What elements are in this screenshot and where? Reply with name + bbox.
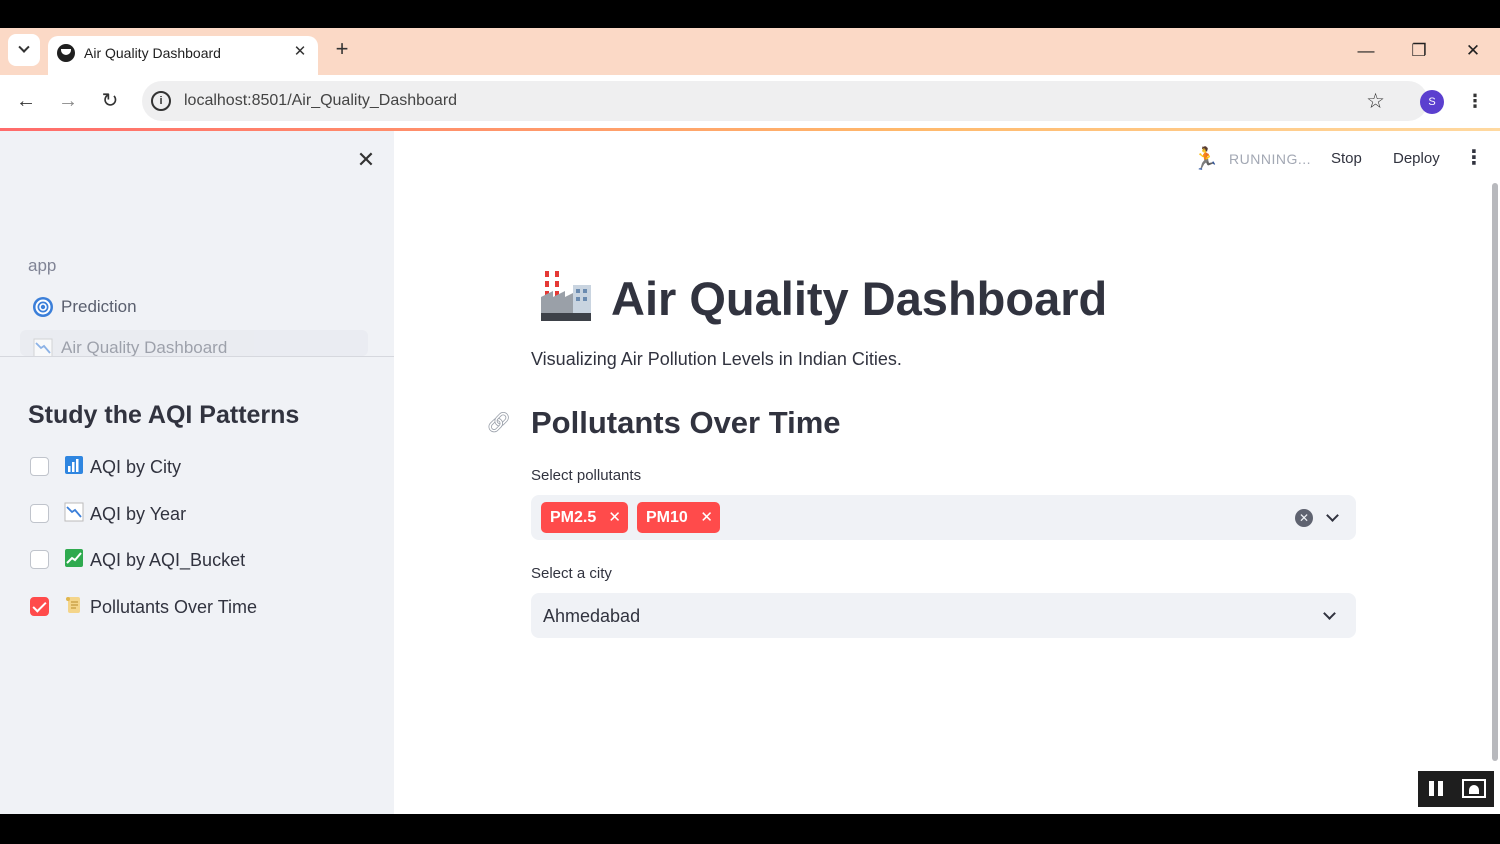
anchor-link-icon[interactable]: 🔗︎ <box>486 411 511 435</box>
running-man-icon: 🏃 <box>1192 146 1220 171</box>
deploy-button[interactable]: Deploy <box>1393 150 1440 167</box>
pollutant-tag[interactable]: PM2.5 ✕ <box>541 502 628 533</box>
checkbox-pollutants-over-time[interactable]: Pollutants Over Time <box>30 593 370 623</box>
streamlit-app: ✕ app Prediction Air Quality Dashboard S… <box>0 131 1500 814</box>
checkbox-label: Pollutants Over Time <box>90 597 258 617</box>
picture-in-picture-icon[interactable] <box>1462 779 1486 798</box>
profile-avatar[interactable]: S <box>1420 90 1444 114</box>
address-bar[interactable]: i localhost:8501/Air_Quality_Dashboard ☆ <box>142 81 1428 121</box>
tab-search-button[interactable] <box>8 34 40 66</box>
pause-icon[interactable] <box>1424 779 1450 799</box>
main-menu-icon[interactable]: ⋮ <box>1464 145 1484 171</box>
checkbox-box[interactable] <box>30 504 49 523</box>
checkbox-aqi-by-city[interactable]: AQI by City <box>30 453 370 483</box>
main-content: 🏃 RUNNING... Stop Deploy ⋮ Air Quality D… <box>394 131 1500 814</box>
pollutant-tag-label: PM10 <box>646 509 688 526</box>
close-sidebar-icon[interactable]: ✕ <box>355 149 377 171</box>
scrollbar[interactable] <box>1492 183 1498 761</box>
browser-menu-icon[interactable]: ⋮ <box>1466 88 1484 114</box>
running-status: RUNNING... <box>1229 151 1311 167</box>
checkbox-aqi-by-year[interactable]: AQI by Year <box>30 500 370 530</box>
browser-toolbar: ← → ↻ i localhost:8501/Air_Quality_Dashb… <box>0 75 1500 128</box>
remove-tag-icon[interactable]: ✕ <box>700 502 713 533</box>
clear-all-icon[interactable]: ✕ <box>1295 509 1313 527</box>
browser-tab[interactable]: Air Quality Dashboard ✕ <box>48 36 318 75</box>
site-info-icon[interactable]: i <box>151 91 171 111</box>
checkbox-label: AQI by AQI_Bucket <box>90 550 246 570</box>
pollutants-label: Select pollutants <box>531 467 642 484</box>
city-select[interactable]: Ahmedabad <box>531 593 1356 638</box>
browser-tab-strip: Air Quality Dashboard ✕ + — ❐ ✕ <box>0 28 1500 75</box>
sidebar-item-label: Air Quality Dashboard <box>61 338 228 356</box>
chart-down-icon <box>63 502 85 524</box>
back-button[interactable]: ← <box>13 88 39 114</box>
video-controls <box>1418 771 1494 807</box>
chevron-down-icon[interactable] <box>1321 607 1339 625</box>
pollutant-tag-label: PM2.5 <box>550 509 597 526</box>
minimize-window-button[interactable]: — <box>1353 38 1379 64</box>
chart-up-icon <box>63 548 85 570</box>
section-title: Pollutants Over Time <box>531 405 841 440</box>
reload-button[interactable]: ↻ <box>97 88 123 114</box>
sidebar-heading: Study the AQI Patterns <box>28 401 300 429</box>
cyclone-icon <box>32 296 54 318</box>
page-title: Air Quality Dashboard <box>611 272 1108 325</box>
checkbox-label: AQI by City <box>90 457 182 477</box>
sidebar-nav-divider <box>0 356 394 357</box>
scroll-icon <box>63 595 85 617</box>
sidebar-item-prediction[interactable]: Prediction <box>20 289 368 325</box>
screen: Air Quality Dashboard ✕ + — ❐ ✕ ← → ↻ i … <box>0 0 1500 844</box>
sidebar-item-label: Prediction <box>61 297 137 316</box>
checkbox-box[interactable] <box>30 550 49 569</box>
streamlit-favicon-icon <box>57 44 75 62</box>
stop-button[interactable]: Stop <box>1331 150 1362 167</box>
city-label: Select a city <box>531 565 612 582</box>
new-tab-button[interactable]: + <box>330 37 354 61</box>
restore-window-button[interactable]: ❐ <box>1406 38 1432 64</box>
remove-tag-icon[interactable]: ✕ <box>608 502 621 533</box>
bookmark-star-icon[interactable]: ☆ <box>1366 89 1385 114</box>
factory-icon <box>539 267 593 323</box>
city-select-value: Ahmedabad <box>543 606 641 626</box>
chevron-down-icon[interactable] <box>1324 509 1342 527</box>
url-text[interactable]: localhost:8501/Air_Quality_Dashboard <box>184 92 457 110</box>
page-subtitle: Visualizing Air Pollution Levels in Indi… <box>531 349 902 369</box>
bar-chart-icon <box>63 455 85 477</box>
close-window-button[interactable]: ✕ <box>1460 38 1486 64</box>
chevron-down-icon <box>18 41 30 53</box>
close-tab-icon[interactable]: ✕ <box>290 42 310 62</box>
sidebar-nav-section: app <box>28 256 57 275</box>
chart-down-icon <box>32 337 54 356</box>
checkbox-box[interactable] <box>30 457 49 476</box>
checkbox-box-checked[interactable] <box>30 597 49 616</box>
sidebar-item-air-quality-dashboard[interactable]: Air Quality Dashboard <box>20 330 368 356</box>
checkbox-aqi-by-aqi-bucket[interactable]: AQI by AQI_Bucket <box>30 546 370 576</box>
checkbox-label: AQI by Year <box>90 504 187 524</box>
pollutant-tag[interactable]: PM10 ✕ <box>637 502 720 533</box>
pollutants-multiselect[interactable]: PM2.5 ✕ PM10 ✕ ✕ <box>531 495 1356 540</box>
forward-button[interactable]: → <box>55 88 81 114</box>
sidebar: ✕ app Prediction Air Quality Dashboard S… <box>0 131 394 814</box>
tab-title: Air Quality Dashboard <box>84 45 221 61</box>
